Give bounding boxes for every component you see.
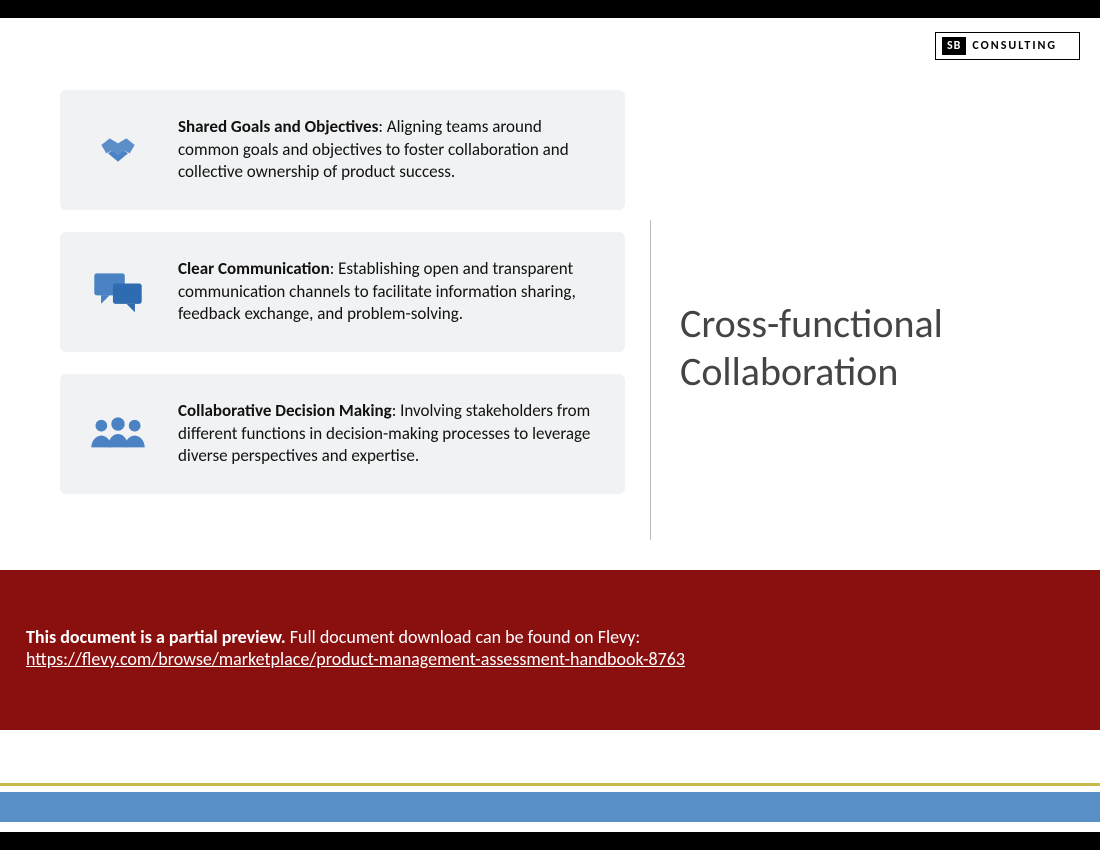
group-icon [82,414,154,454]
page-title: Cross-functional Collaboration [680,300,1040,396]
bottom-border [0,832,1100,850]
vertical-separator [650,220,651,540]
footer-stripe-accent [0,783,1100,786]
logo-text: CONSULTING [972,39,1057,53]
card-title: Shared Goals and Objectives [178,116,378,137]
banner-lead: This document is a partial preview. Full… [26,626,1074,648]
card-text: Clear Communication: Establishing open a… [178,258,603,327]
company-logo: SB CONSULTING [935,32,1080,60]
banner-lead-bold: This document is a partial preview. [26,626,286,648]
top-border [0,0,1100,18]
card-title: Collaborative Decision Making [178,400,392,421]
chat-icon [82,270,154,314]
card-text: Shared Goals and Objectives: Aligning te… [178,116,603,185]
card-shared-goals: Shared Goals and Objectives: Aligning te… [60,90,625,210]
preview-banner: This document is a partial preview. Full… [0,570,1100,730]
card-list: Shared Goals and Objectives: Aligning te… [60,90,625,494]
handshake-icon [82,130,154,170]
slide: SB CONSULTING Shared Goals and Objective… [0,0,1100,850]
card-text: Collaborative Decision Making: Involving… [178,400,603,469]
banner-link[interactable]: https://flevy.com/browse/marketplace/pro… [26,648,685,670]
card-clear-communication: Clear Communication: Establishing open a… [60,232,625,352]
banner-lead-rest: Full document download can be found on F… [286,626,640,648]
card-collaborative-decision: Collaborative Decision Making: Involving… [60,374,625,494]
footer-stripe-blue [0,792,1100,822]
card-title: Clear Communication [178,258,330,279]
logo-badge: SB [942,37,966,55]
